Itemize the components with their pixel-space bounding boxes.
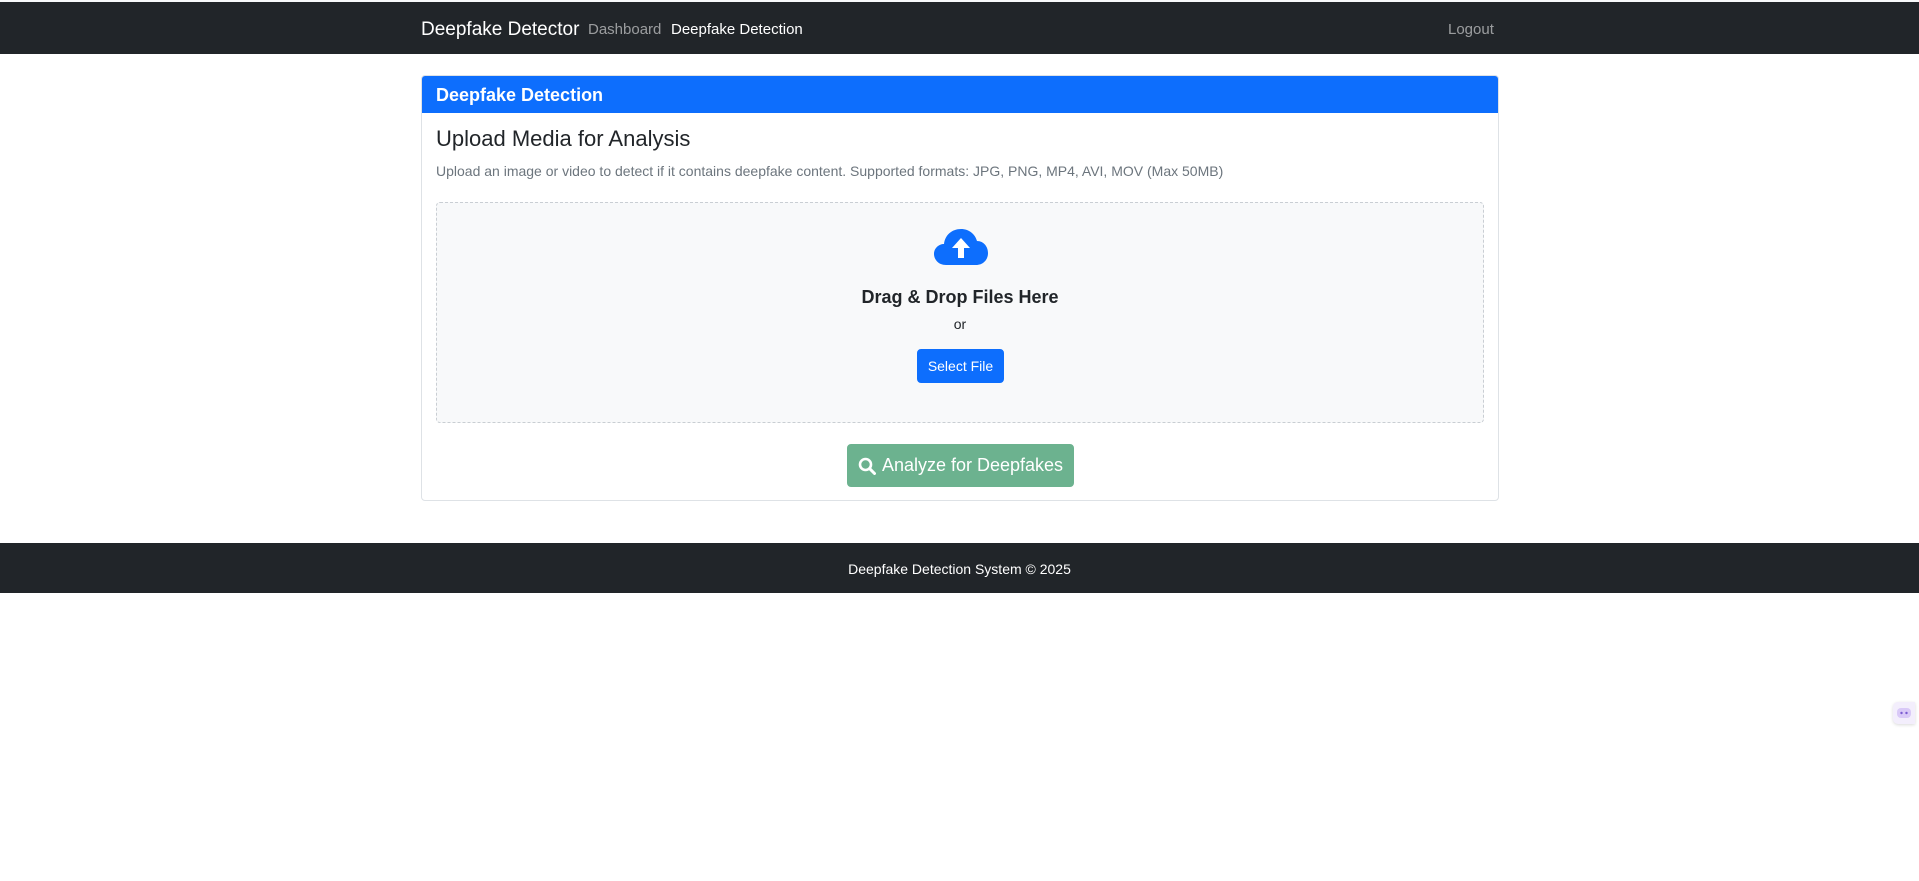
upload-card: Deepfake Detection Upload Media for Anal…: [421, 75, 1499, 501]
select-file-button[interactable]: Select File: [917, 349, 1004, 383]
floating-assistant-widget[interactable]: [1893, 702, 1915, 724]
dropzone-title: Drag & Drop Files Here: [861, 287, 1059, 307]
assistant-icon: [1897, 708, 1911, 718]
nav-link-dashboard[interactable]: Dashboard: [588, 21, 661, 39]
logout-link[interactable]: Logout: [1448, 21, 1494, 39]
brand-link[interactable]: Deepfake Detector: [421, 19, 579, 41]
page-footer: Deepfake Detection System © 2025: [0, 543, 1919, 593]
nav-link-deepfake-detection[interactable]: Deepfake Detection: [671, 21, 803, 39]
upload-description: Upload an image or video to detect if it…: [436, 163, 1224, 179]
upload-title: Upload Media for Analysis: [436, 126, 691, 151]
card-header: Deepfake Detection: [422, 76, 1498, 113]
top-navbar: Deepfake Detector Dashboard Deepfake Det…: [0, 0, 1919, 54]
analyze-button[interactable]: Analyze for Deepfakes: [847, 444, 1074, 487]
file-dropzone[interactable]: Drag & Drop Files Here or Select File: [436, 202, 1484, 423]
search-icon: [858, 457, 876, 475]
footer-text: Deepfake Detection System © 2025: [848, 561, 1071, 577]
cloud-upload-icon: [934, 229, 988, 265]
analyze-button-label: Analyze for Deepfakes: [881, 455, 1064, 475]
dropzone-or-text: or: [953, 316, 967, 332]
